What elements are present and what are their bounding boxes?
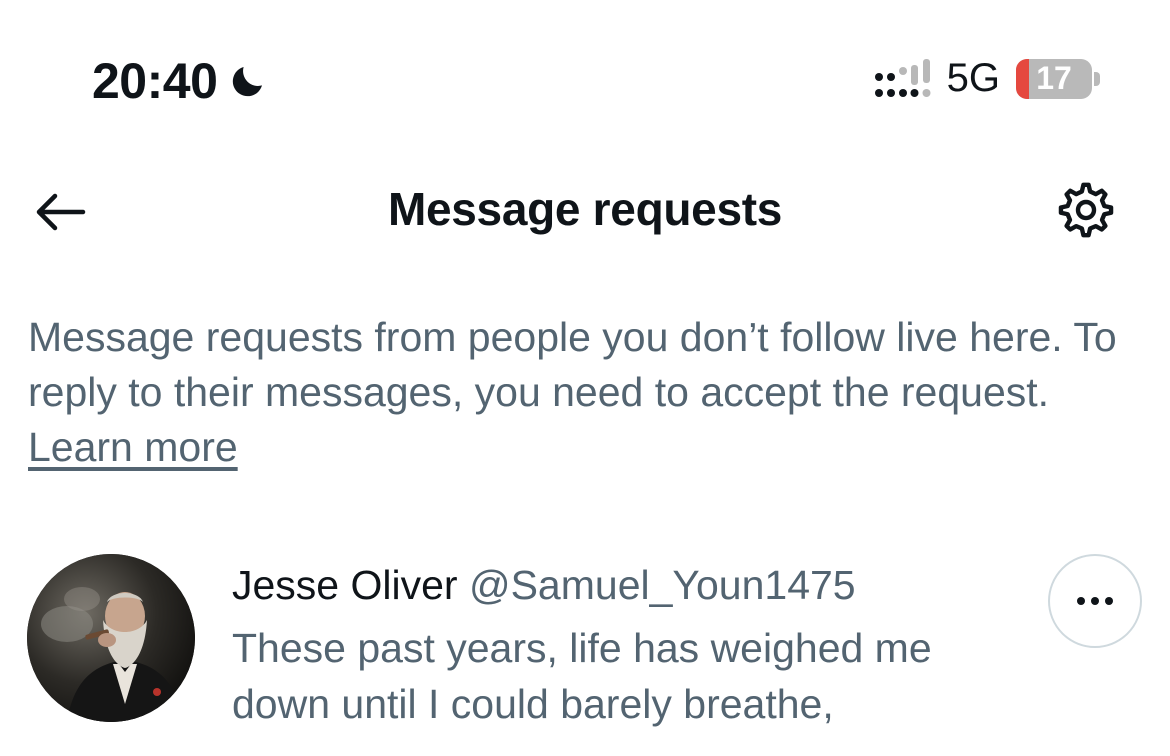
more-horizontal-icon [1077, 597, 1113, 605]
sender-name: Jesse Oliver [232, 562, 458, 608]
list-item[interactable]: Jesse Oliver @Samuel_Youn1475 These past… [0, 540, 1170, 756]
message-preview: These past years, life has weighed me do… [232, 625, 932, 727]
avatar[interactable] [27, 554, 195, 722]
page-title: Message requests [387, 183, 783, 235]
status-time: 20:40 [92, 52, 269, 110]
gear-icon [1058, 182, 1114, 238]
sender-handle: @Samuel_Youn1475 [468, 562, 856, 608]
status-time-label: 20:40 [92, 53, 218, 109]
description-text: Message requests from people you don’t f… [28, 314, 1117, 415]
settings-button[interactable] [1052, 176, 1120, 244]
requests-description: Message requests from people you don’t f… [28, 310, 1128, 475]
signal-icon [874, 58, 931, 97]
moon-icon [233, 67, 263, 97]
status-indicators: 5G 17 [873, 56, 1100, 101]
learn-more-link[interactable]: Learn more [28, 424, 238, 470]
battery-tip [1094, 71, 1100, 86]
avatar-image [27, 554, 195, 722]
message-requests-screen: 20:40 5G 17 Message requests Message req… [0, 0, 1170, 756]
sender-line: Jesse Oliver @Samuel_Youn1475 [232, 562, 856, 609]
more-options-button[interactable] [1048, 554, 1142, 648]
battery-level: 17 [1036, 60, 1072, 96]
battery-icon: 17 [1016, 58, 1092, 99]
network-type: 5G [946, 56, 1000, 100]
